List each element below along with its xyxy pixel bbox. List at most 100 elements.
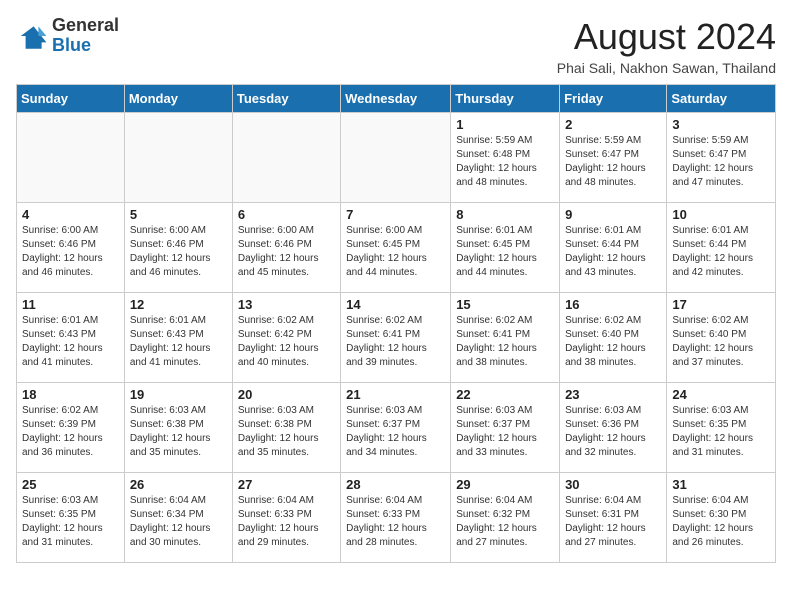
calendar-cell: 28 Sunrise: 6:04 AM Sunset: 6:33 PM Dayli… [341, 473, 451, 563]
week-row-3: 11 Sunrise: 6:01 AM Sunset: 6:43 PM Dayli… [17, 293, 776, 383]
day-number: 15 [456, 297, 554, 312]
title-block: August 2024 Phai Sali, Nakhon Sawan, Tha… [557, 16, 776, 76]
weekday-header-thursday: Thursday [451, 85, 560, 113]
day-info: Sunrise: 5:59 AM Sunset: 6:47 PM Dayligh… [672, 134, 770, 190]
logo-blue: Blue [52, 35, 91, 55]
day-number: 22 [456, 387, 554, 402]
day-number: 24 [672, 387, 770, 402]
calendar-cell: 1 Sunrise: 5:59 AM Sunset: 6:48 PM Daylig… [451, 113, 560, 203]
calendar-cell: 30 Sunrise: 6:04 AM Sunset: 6:31 PM Dayli… [560, 473, 667, 563]
day-number: 26 [130, 477, 227, 492]
day-number: 8 [456, 207, 554, 222]
day-info: Sunrise: 6:02 AM Sunset: 6:40 PM Dayligh… [565, 314, 661, 370]
week-row-2: 4 Sunrise: 6:00 AM Sunset: 6:46 PM Daylig… [17, 203, 776, 293]
day-number: 12 [130, 297, 227, 312]
calendar-cell: 23 Sunrise: 6:03 AM Sunset: 6:36 PM Dayli… [560, 383, 667, 473]
day-number: 14 [346, 297, 445, 312]
day-number: 17 [672, 297, 770, 312]
calendar-cell: 27 Sunrise: 6:04 AM Sunset: 6:33 PM Dayli… [232, 473, 340, 563]
day-info: Sunrise: 6:02 AM Sunset: 6:40 PM Dayligh… [672, 314, 770, 370]
day-number: 6 [238, 207, 335, 222]
day-info: Sunrise: 6:04 AM Sunset: 6:30 PM Dayligh… [672, 494, 770, 550]
calendar-cell [124, 113, 232, 203]
weekday-header-row: SundayMondayTuesdayWednesdayThursdayFrid… [17, 85, 776, 113]
day-info: Sunrise: 6:00 AM Sunset: 6:46 PM Dayligh… [130, 224, 227, 280]
calendar-cell: 22Sunrise: 6:03 AM Sunset: 6:37 PM Dayli… [451, 383, 560, 473]
calendar: SundayMondayTuesdayWednesdayThursdayFrid… [16, 84, 776, 563]
calendar-cell: 5 Sunrise: 6:00 AM Sunset: 6:46 PM Daylig… [124, 203, 232, 293]
weekday-header-monday: Monday [124, 85, 232, 113]
day-number: 27 [238, 477, 335, 492]
day-number: 20 [238, 387, 335, 402]
day-info: Sunrise: 6:03 AM Sunset: 6:35 PM Dayligh… [22, 494, 119, 550]
day-info: Sunrise: 6:03 AM Sunset: 6:38 PM Dayligh… [238, 404, 335, 460]
calendar-cell: 29 Sunrise: 6:04 AM Sunset: 6:32 PM Dayli… [451, 473, 560, 563]
day-info: Sunrise: 6:03 AM Sunset: 6:38 PM Dayligh… [130, 404, 227, 460]
day-info: Sunrise: 6:01 AM Sunset: 6:43 PM Dayligh… [130, 314, 227, 370]
day-info: Sunrise: 6:03 AM Sunset: 6:36 PM Dayligh… [565, 404, 661, 460]
day-info: Sunrise: 6:00 AM Sunset: 6:45 PM Dayligh… [346, 224, 445, 280]
day-number: 1 [456, 117, 554, 132]
logo-general: General [52, 15, 119, 35]
calendar-cell: 13Sunrise: 6:02 AM Sunset: 6:42 PM Dayli… [232, 293, 340, 383]
weekday-header-wednesday: Wednesday [341, 85, 451, 113]
calendar-cell: 14Sunrise: 6:02 AM Sunset: 6:41 PM Dayli… [341, 293, 451, 383]
day-number: 11 [22, 297, 119, 312]
calendar-cell: 9Sunrise: 6:01 AM Sunset: 6:44 PM Daylig… [560, 203, 667, 293]
day-info: Sunrise: 6:04 AM Sunset: 6:33 PM Dayligh… [238, 494, 335, 550]
day-number: 25 [22, 477, 119, 492]
day-info: Sunrise: 6:04 AM Sunset: 6:32 PM Dayligh… [456, 494, 554, 550]
day-number: 23 [565, 387, 661, 402]
calendar-cell: 7Sunrise: 6:00 AM Sunset: 6:45 PM Daylig… [341, 203, 451, 293]
calendar-cell: 8Sunrise: 6:01 AM Sunset: 6:45 PM Daylig… [451, 203, 560, 293]
calendar-cell: 2Sunrise: 5:59 AM Sunset: 6:47 PM Daylig… [560, 113, 667, 203]
calendar-cell: 16 Sunrise: 6:02 AM Sunset: 6:40 PM Dayli… [560, 293, 667, 383]
day-number: 28 [346, 477, 445, 492]
calendar-cell: 11Sunrise: 6:01 AM Sunset: 6:43 PM Dayli… [17, 293, 125, 383]
day-info: Sunrise: 6:04 AM Sunset: 6:34 PM Dayligh… [130, 494, 227, 550]
day-number: 2 [565, 117, 661, 132]
weekday-header-tuesday: Tuesday [232, 85, 340, 113]
weekday-header-saturday: Saturday [667, 85, 776, 113]
calendar-cell: 17 Sunrise: 6:02 AM Sunset: 6:40 PM Dayli… [667, 293, 776, 383]
calendar-cell [341, 113, 451, 203]
day-number: 31 [672, 477, 770, 492]
day-number: 3 [672, 117, 770, 132]
day-number: 30 [565, 477, 661, 492]
day-number: 10 [672, 207, 770, 222]
day-number: 18 [22, 387, 119, 402]
calendar-cell: 15Sunrise: 6:02 AM Sunset: 6:41 PM Dayli… [451, 293, 560, 383]
day-number: 29 [456, 477, 554, 492]
calendar-cell: 10 Sunrise: 6:01 AM Sunset: 6:44 PM Dayli… [667, 203, 776, 293]
location: Phai Sali, Nakhon Sawan, Thailand [557, 60, 776, 76]
week-row-4: 18 Sunrise: 6:02 AM Sunset: 6:39 PM Dayli… [17, 383, 776, 473]
day-info: Sunrise: 6:00 AM Sunset: 6:46 PM Dayligh… [22, 224, 119, 280]
calendar-cell: 12 Sunrise: 6:01 AM Sunset: 6:43 PM Dayli… [124, 293, 232, 383]
day-info: Sunrise: 6:04 AM Sunset: 6:31 PM Dayligh… [565, 494, 661, 550]
weekday-header-friday: Friday [560, 85, 667, 113]
logo: General Blue [16, 16, 119, 56]
calendar-cell: 3 Sunrise: 5:59 AM Sunset: 6:47 PM Daylig… [667, 113, 776, 203]
day-info: Sunrise: 6:02 AM Sunset: 6:42 PM Dayligh… [238, 314, 335, 370]
day-number: 5 [130, 207, 227, 222]
calendar-cell: 6Sunrise: 6:00 AM Sunset: 6:46 PM Daylig… [232, 203, 340, 293]
day-number: 19 [130, 387, 227, 402]
day-info: Sunrise: 6:04 AM Sunset: 6:33 PM Dayligh… [346, 494, 445, 550]
calendar-cell: 25 Sunrise: 6:03 AM Sunset: 6:35 PM Dayli… [17, 473, 125, 563]
day-number: 16 [565, 297, 661, 312]
month-year: August 2024 [557, 16, 776, 58]
calendar-cell: 31 Sunrise: 6:04 AM Sunset: 6:30 PM Dayli… [667, 473, 776, 563]
day-number: 9 [565, 207, 661, 222]
day-info: Sunrise: 5:59 AM Sunset: 6:48 PM Dayligh… [456, 134, 554, 190]
day-info: Sunrise: 6:03 AM Sunset: 6:35 PM Dayligh… [672, 404, 770, 460]
calendar-cell: 19 Sunrise: 6:03 AM Sunset: 6:38 PM Dayli… [124, 383, 232, 473]
calendar-cell: 21Sunrise: 6:03 AM Sunset: 6:37 PM Dayli… [341, 383, 451, 473]
day-number: 4 [22, 207, 119, 222]
week-row-5: 25 Sunrise: 6:03 AM Sunset: 6:35 PM Dayli… [17, 473, 776, 563]
day-info: Sunrise: 6:01 AM Sunset: 6:44 PM Dayligh… [672, 224, 770, 280]
day-info: Sunrise: 6:02 AM Sunset: 6:39 PM Dayligh… [22, 404, 119, 460]
week-row-1: 1 Sunrise: 5:59 AM Sunset: 6:48 PM Daylig… [17, 113, 776, 203]
logo-text: General Blue [52, 16, 119, 56]
day-number: 21 [346, 387, 445, 402]
logo-icon [16, 20, 48, 52]
